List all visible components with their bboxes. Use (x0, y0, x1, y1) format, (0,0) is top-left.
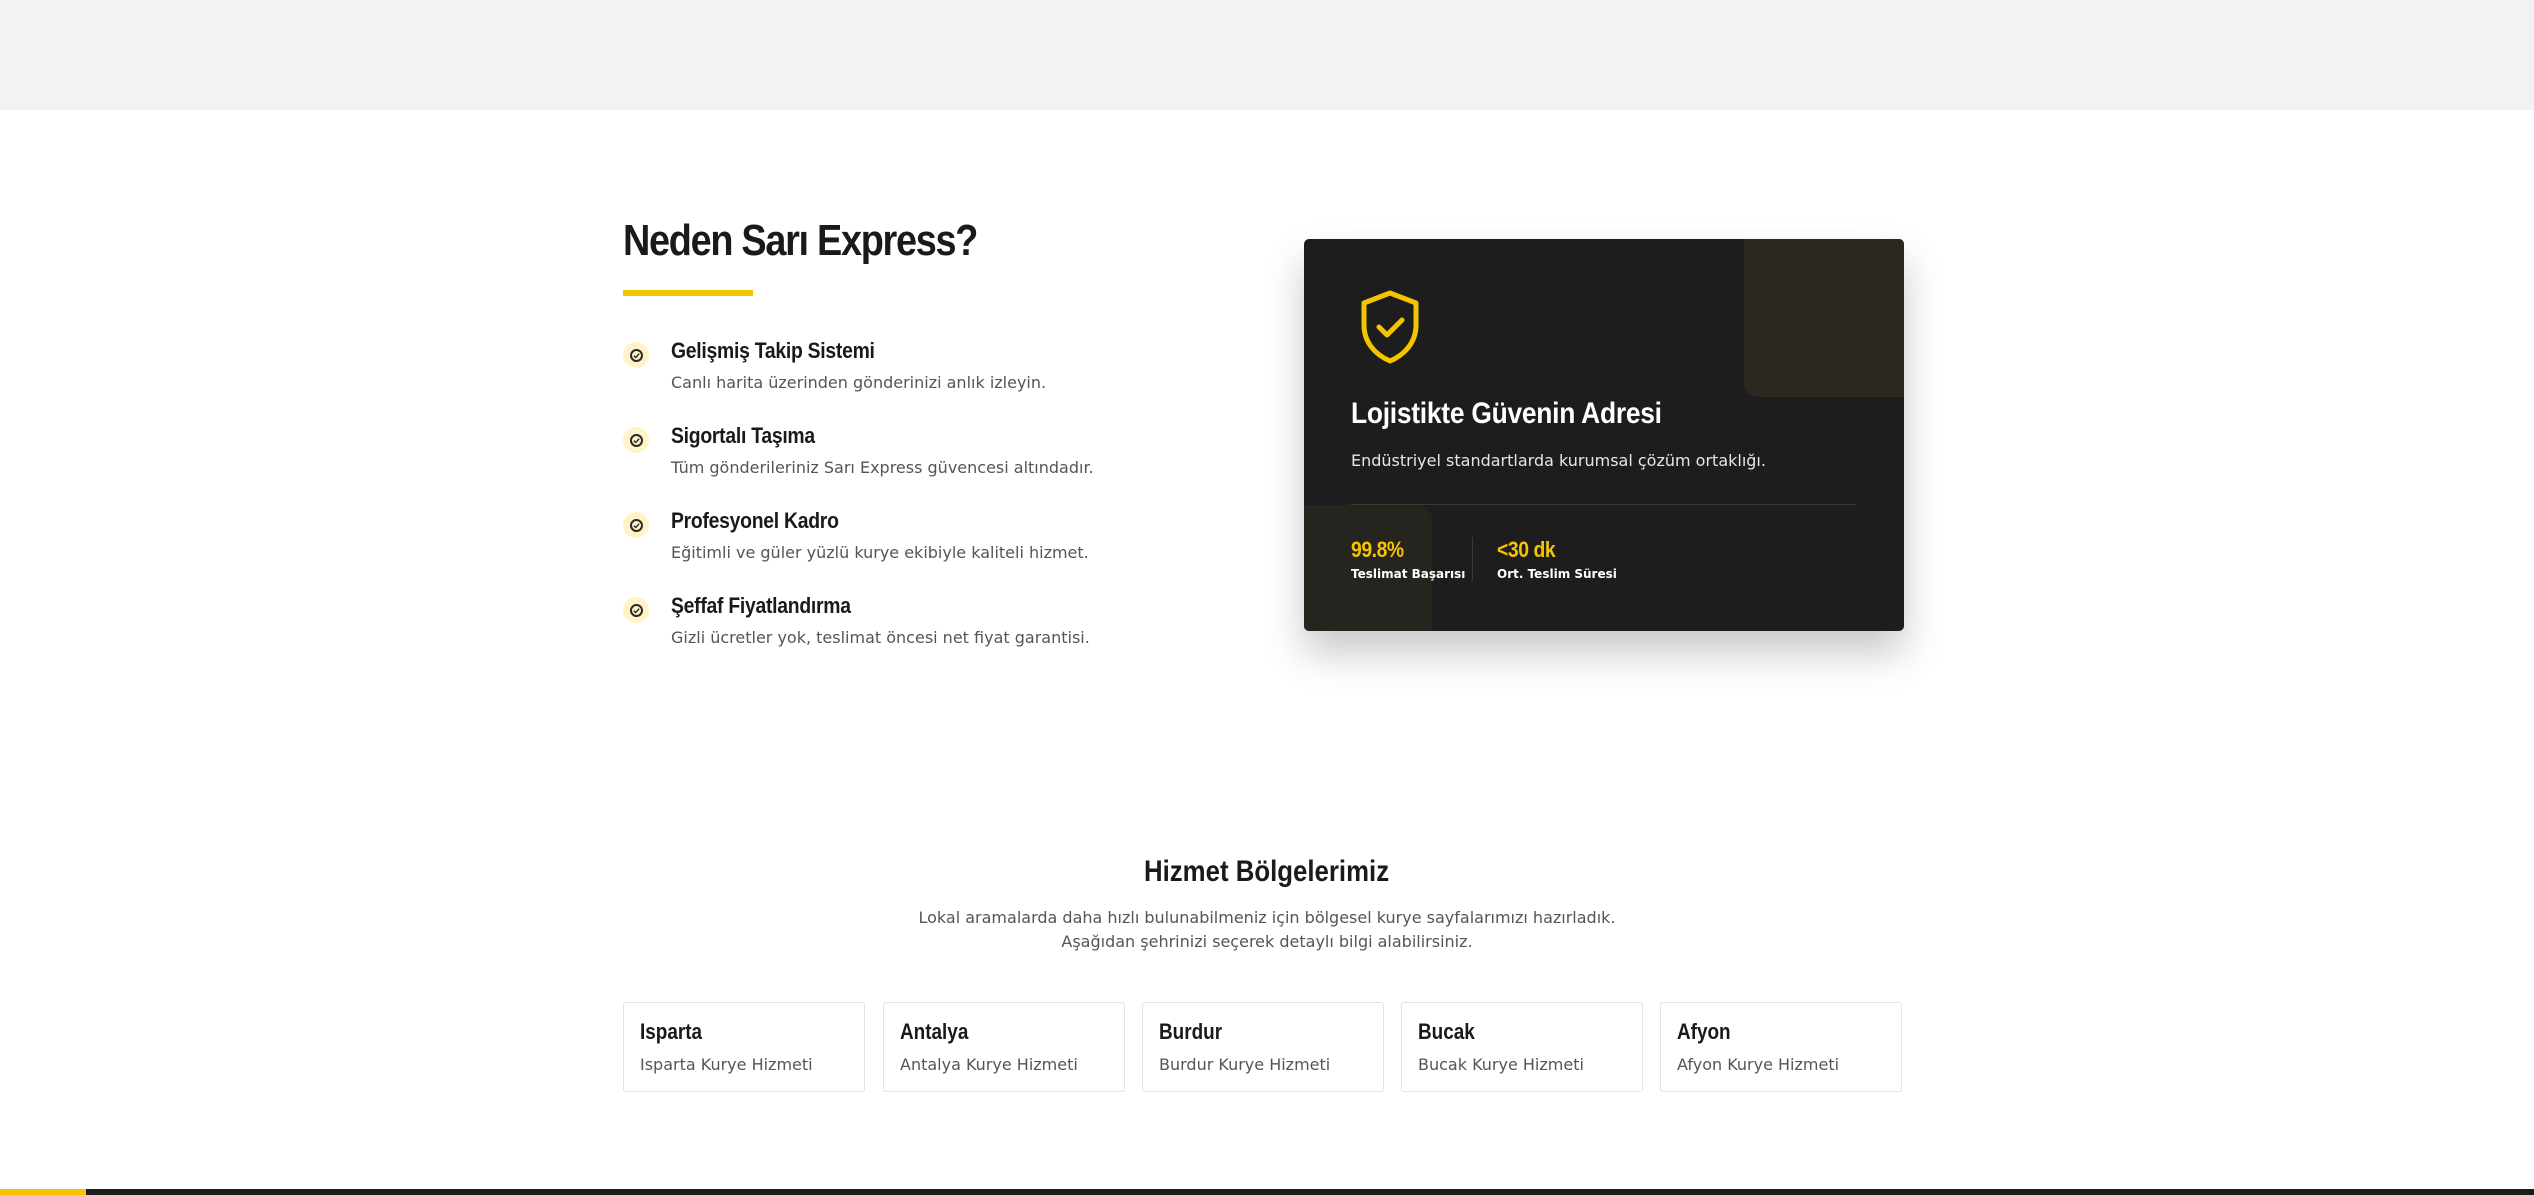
stat-delivery-success: 99.8% Teslimat Başarısı (1351, 537, 1465, 581)
region-card-antalya[interactable]: Antalya Antalya Kurye Hizmeti (883, 1002, 1125, 1092)
footer-accent (0, 1189, 86, 1195)
region-service: Burdur Kurye Hizmeti (1159, 1055, 1331, 1074)
header-band (0, 0, 2534, 110)
feature-description: Gizli ücretler yok, teslimat öncesi net … (671, 628, 1090, 647)
regions-description: Lokal aramalarda daha hızlı bulunabilmen… (918, 908, 1616, 951)
region-service: Isparta Kurye Hizmeti (640, 1055, 813, 1074)
region-card-afyon[interactable]: Afyon Afyon Kurye Hizmeti (1660, 1002, 1902, 1092)
stat-value: 99.8% (1351, 537, 1404, 562)
title-underline (623, 290, 753, 296)
region-name: Burdur (1159, 1019, 1223, 1044)
stat-delivery-time: <30 dk Ort. Teslim Süresi (1497, 537, 1617, 581)
decor-block (1744, 239, 1904, 397)
stat-divider (1472, 537, 1473, 581)
section-title: Neden Sarı Express? (623, 216, 978, 265)
region-service: Antalya Kurye Hizmeti (900, 1055, 1078, 1074)
footer-top-bar (0, 1189, 2534, 1195)
stat-label: Teslimat Başarısı (1351, 567, 1466, 581)
region-service: Afyon Kurye Hizmeti (1677, 1055, 1840, 1074)
regions-title-text: Hizmet Bölgelerimiz (1144, 855, 1390, 888)
feature-title: Profesyonel Kadro (671, 508, 839, 533)
check-circle-icon (623, 427, 649, 453)
stat-value: <30 dk (1497, 537, 1556, 562)
feature-description: Tüm gönderileriniz Sarı Express güvences… (671, 458, 1094, 477)
region-name: Bucak (1418, 1019, 1475, 1044)
check-circle-icon (623, 342, 649, 368)
feature-description: Eğitimli ve güler yüzlü kurye ekibiyle k… (671, 543, 1089, 562)
card-subtitle: Endüstriyel standartlarda kurumsal çözüm… (1351, 451, 1766, 470)
trust-card: Lojistikte Güvenin Adresi Endüstriyel st… (1304, 239, 1904, 631)
feature-description: Canlı harita üzerinden gönderinizi anlık… (671, 373, 1047, 392)
region-card-isparta[interactable]: Isparta Isparta Kurye Hizmeti (623, 1002, 865, 1092)
region-name: Antalya (900, 1019, 969, 1044)
card-divider (1351, 504, 1856, 505)
region-card-bucak[interactable]: Bucak Bucak Kurye Hizmeti (1401, 1002, 1643, 1092)
feature-title: Şeffaf Fiyatlandırma (671, 593, 851, 618)
card-title: Lojistikte Güvenin Adresi (1351, 397, 1662, 430)
region-name: Isparta (640, 1019, 703, 1044)
region-service: Bucak Kurye Hizmeti (1418, 1055, 1584, 1074)
feature-title: Gelişmiş Takip Sistemi (671, 338, 875, 363)
check-circle-icon (623, 597, 649, 623)
region-card-burdur[interactable]: Burdur Burdur Kurye Hizmeti (1142, 1002, 1384, 1092)
region-name: Afyon (1677, 1019, 1731, 1044)
regions-title: Hizmet Bölgelerimiz (0, 855, 2534, 889)
stat-label: Ort. Teslim Süresi (1497, 567, 1617, 581)
check-circle-icon (623, 512, 649, 538)
feature-title: Sigortalı Taşıma (671, 423, 815, 448)
shield-check-icon (1361, 290, 1419, 364)
